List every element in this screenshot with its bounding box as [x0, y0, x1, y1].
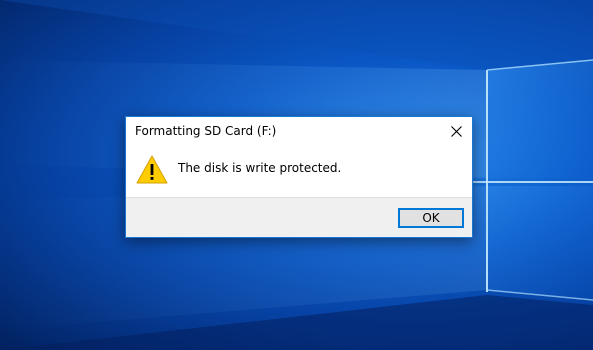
- dialog-title: Formatting SD Card (F:): [135, 124, 277, 138]
- close-button[interactable]: [440, 117, 472, 145]
- close-icon: [450, 125, 462, 137]
- dialog-message: The disk is write protected.: [178, 161, 342, 175]
- warning-icon: [136, 155, 168, 184]
- dialog-footer: OK: [126, 197, 472, 237]
- dialog-titlebar[interactable]: Formatting SD Card (F:): [126, 117, 472, 147]
- desktop: Formatting SD Card (F:) The disk is writ…: [0, 0, 593, 350]
- ok-button[interactable]: OK: [398, 208, 464, 228]
- dialog-content: The disk is write protected.: [126, 147, 472, 197]
- message-dialog: Formatting SD Card (F:) The disk is writ…: [125, 116, 473, 238]
